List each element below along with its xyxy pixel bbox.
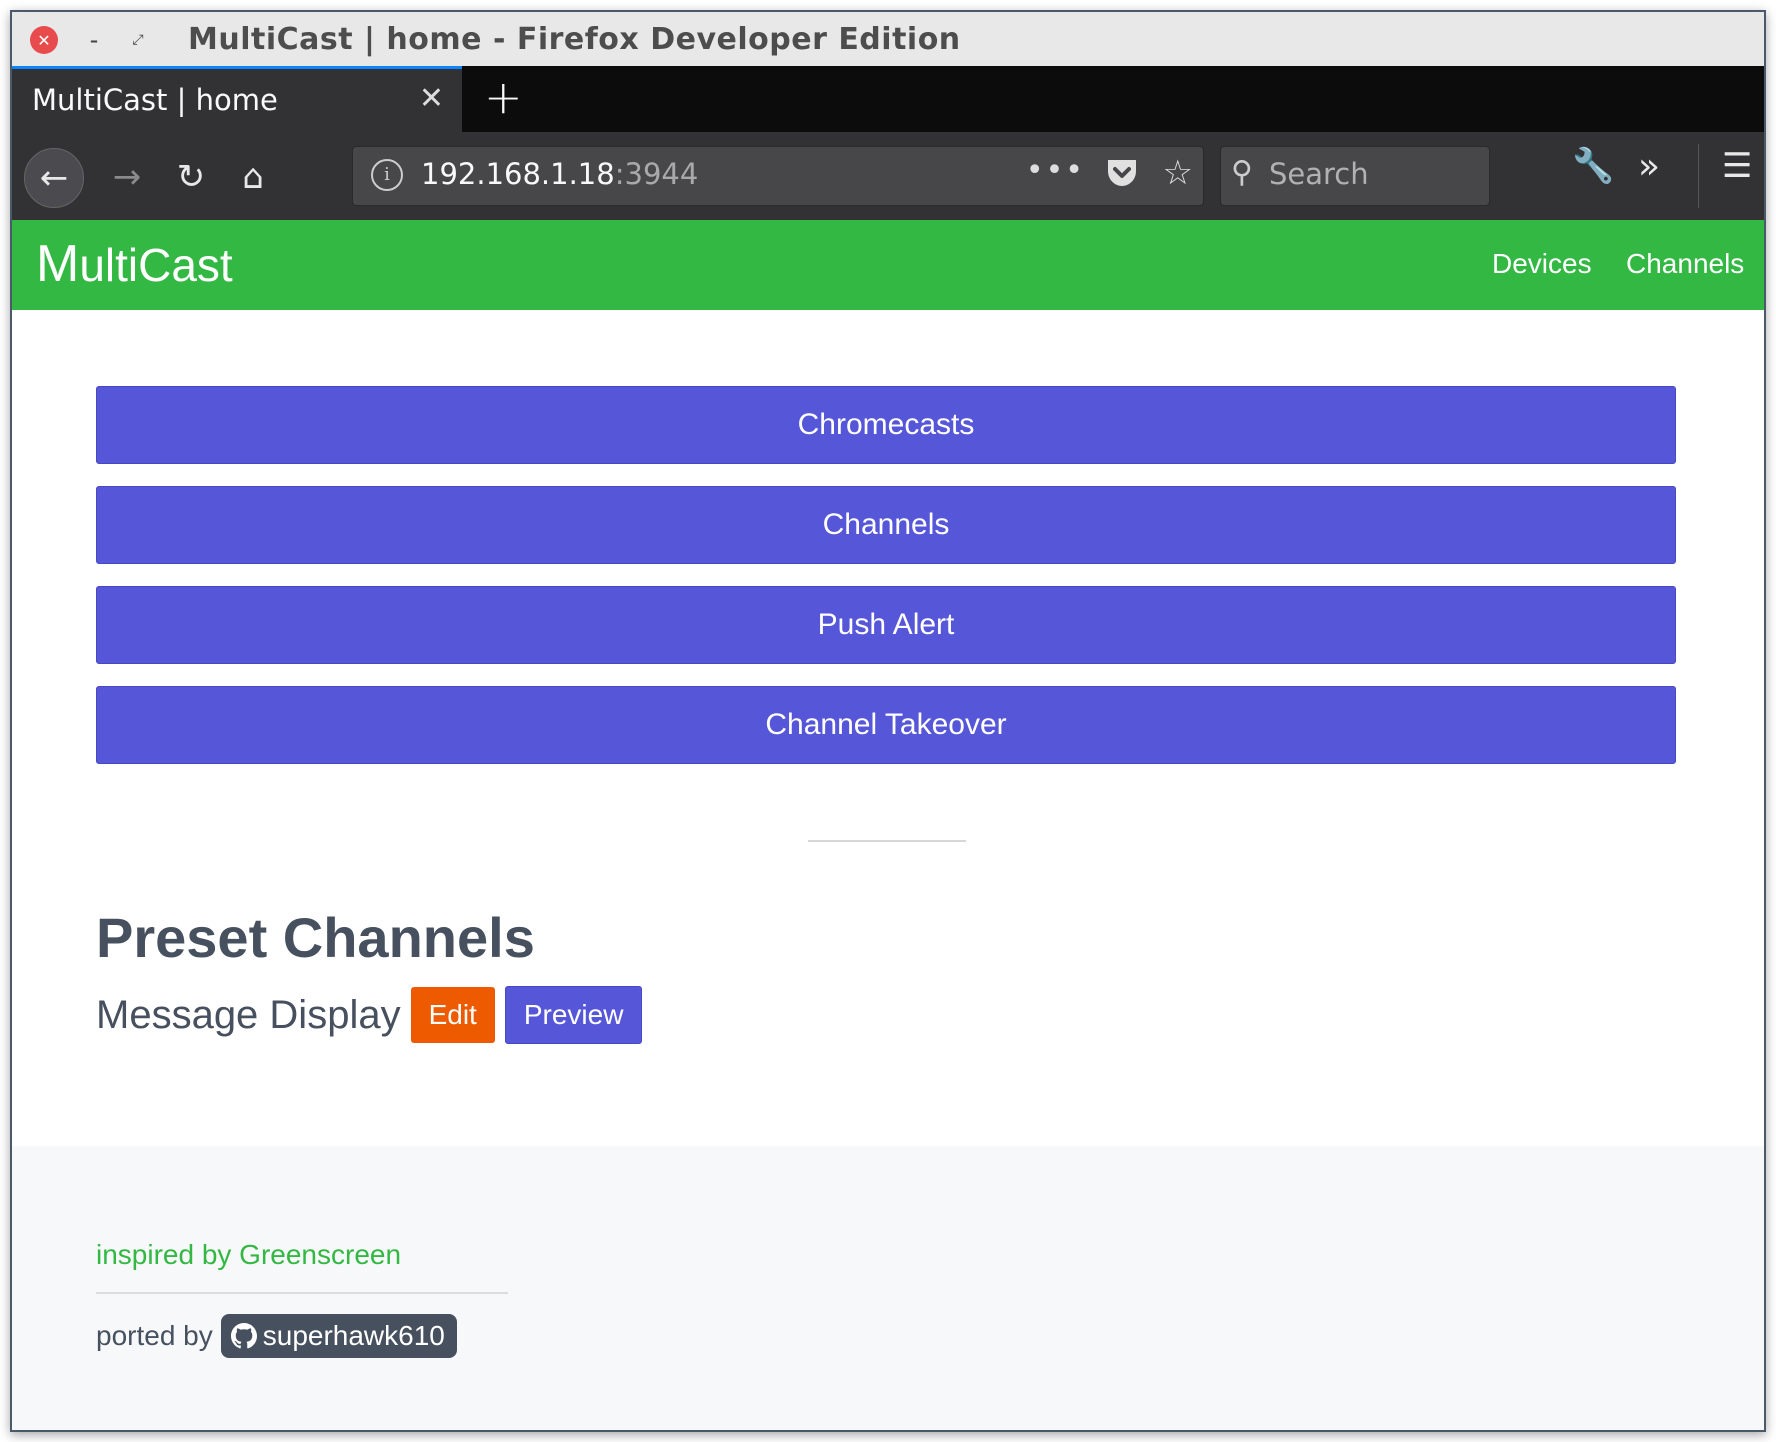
edit-button[interactable]: Edit xyxy=(410,987,495,1043)
github-user-badge[interactable]: superhawk610 xyxy=(220,1314,457,1358)
home-button[interactable]: ⌂ xyxy=(224,148,282,206)
push-alert-button[interactable]: Push Alert xyxy=(96,586,1676,664)
browser-window: ✕ – ⤢ MultiCast | home - Firefox Develop… xyxy=(10,10,1766,1432)
app-navbar: MultiCast Devices Channels xyxy=(12,220,1764,310)
brand-logo[interactable]: MultiCast xyxy=(36,234,233,294)
overflow-menu-icon[interactable]: » xyxy=(1638,146,1660,187)
back-button[interactable]: ← xyxy=(24,148,84,208)
search-bar[interactable]: ⚲ Search xyxy=(1220,146,1490,206)
url-port: :3944 xyxy=(614,157,699,191)
channel-takeover-button[interactable]: Channel Takeover xyxy=(96,686,1676,764)
preview-button[interactable]: Preview xyxy=(504,986,643,1044)
bookmark-star-icon[interactable]: ☆ xyxy=(1163,153,1193,193)
ported-by: ported by superhawk610 xyxy=(96,1314,457,1358)
window-maximize-button[interactable]: ⤢ xyxy=(124,26,152,54)
window-close-button[interactable]: ✕ xyxy=(30,26,58,54)
preset-name: Message Display xyxy=(96,992,401,1037)
brand-rest: ultiCast xyxy=(79,239,233,291)
site-info-icon[interactable]: i xyxy=(371,159,403,191)
github-icon xyxy=(230,1323,257,1349)
pocket-icon[interactable] xyxy=(1105,157,1139,189)
reload-button[interactable]: ↻ xyxy=(162,148,220,206)
footer-divider xyxy=(96,1292,508,1294)
page-content: MultiCast Devices Channels Chromecasts C… xyxy=(12,220,1764,1430)
url-host: 192.168.1.18 xyxy=(421,157,615,191)
preset-channels-heading: Preset Channels xyxy=(96,906,535,969)
preset-item: Message Display Edit Preview xyxy=(96,986,643,1044)
ported-by-label: ported by xyxy=(96,1320,213,1351)
nav-link-channels[interactable]: Channels xyxy=(1626,248,1744,280)
footer: inspired by Greenscreen ported by superh… xyxy=(12,1146,1764,1430)
navigation-toolbar: ← → ↻ ⌂ i 192.168.1.18:3944 ••• ☆ ⚲ Sear… xyxy=(12,132,1764,221)
search-icon: ⚲ xyxy=(1231,155,1253,190)
url-text: 192.168.1.18:3944 xyxy=(421,157,698,191)
url-bar[interactable]: i 192.168.1.18:3944 ••• ☆ xyxy=(352,146,1204,206)
title-bar: ✕ – ⤢ MultiCast | home - Firefox Develop… xyxy=(12,12,1764,66)
page-actions-icon[interactable]: ••• xyxy=(1026,153,1085,188)
forward-button[interactable]: → xyxy=(98,148,156,206)
inspired-by-link[interactable]: inspired by Greenscreen xyxy=(96,1239,401,1271)
channels-button[interactable]: Channels xyxy=(96,486,1676,564)
chromecasts-button[interactable]: Chromecasts xyxy=(96,386,1676,464)
section-divider xyxy=(808,840,966,842)
nav-link-devices[interactable]: Devices xyxy=(1492,248,1592,280)
action-buttons: Chromecasts Channels Push Alert Channel … xyxy=(96,386,1676,786)
toolbar-separator xyxy=(1698,144,1699,208)
tab-multicast-home[interactable]: MultiCast | home ✕ xyxy=(12,66,462,132)
search-placeholder: Search xyxy=(1269,157,1369,191)
window-minimize-button[interactable]: – xyxy=(80,26,108,54)
github-username: superhawk610 xyxy=(262,1320,445,1351)
tab-close-icon[interactable]: ✕ xyxy=(419,81,444,116)
window-title: MultiCast | home - Firefox Developer Edi… xyxy=(188,22,961,57)
brand-initial: M xyxy=(36,235,80,293)
hamburger-menu-icon[interactable]: ☰ xyxy=(1722,146,1752,186)
wrench-icon[interactable]: 🔧 xyxy=(1572,146,1614,186)
new-tab-button[interactable]: + xyxy=(484,70,523,124)
tab-label: MultiCast | home xyxy=(32,83,278,117)
tab-strip: MultiCast | home ✕ + xyxy=(12,66,1764,132)
